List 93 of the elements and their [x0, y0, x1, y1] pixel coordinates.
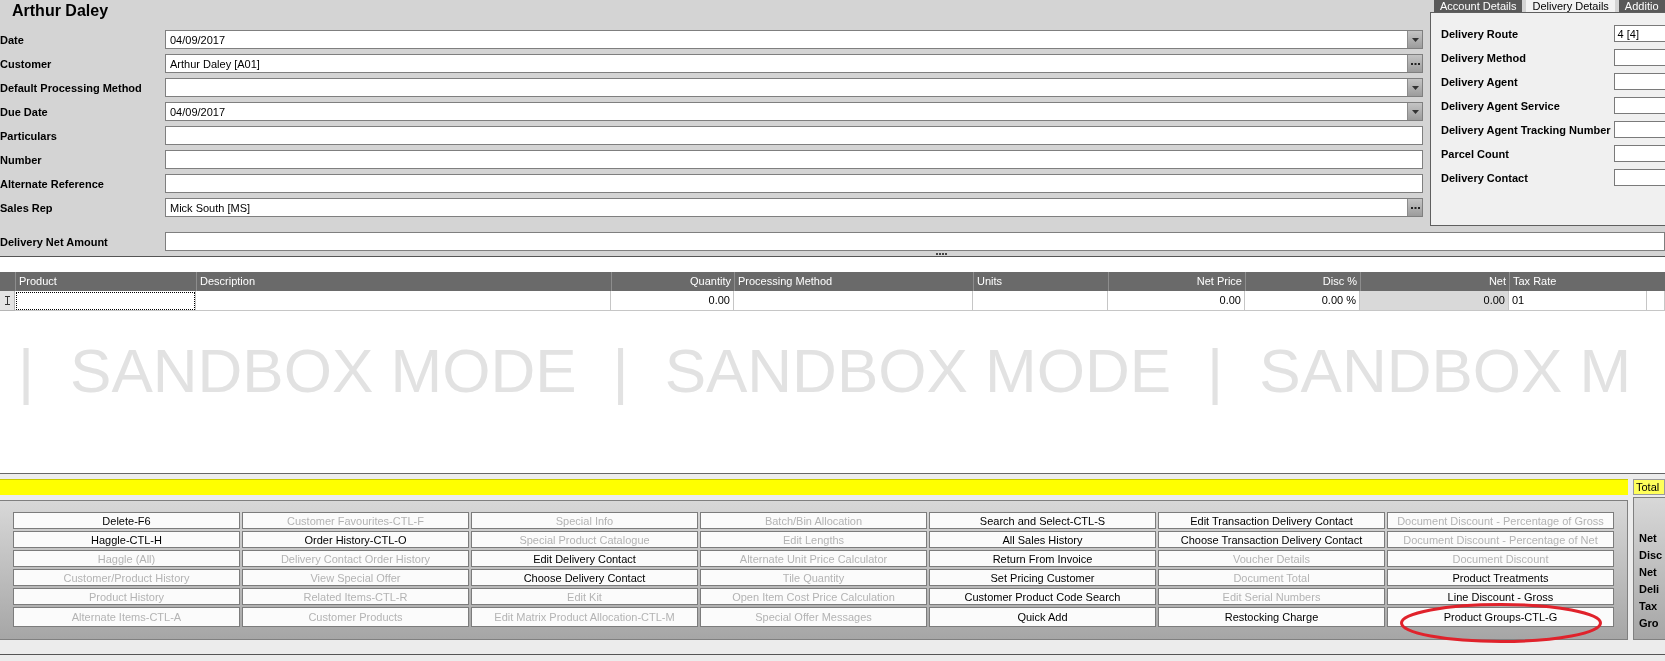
field-label: Delivery Route [1441, 27, 1520, 40]
field-label: Due Date [0, 105, 49, 118]
field-label: Particulars [0, 129, 58, 142]
field-label: Number [0, 153, 43, 166]
action-button[interactable]: Haggle-CTL-H [13, 531, 240, 548]
action-button[interactable]: Customer Product Code Search [929, 588, 1156, 605]
caret-icon [1411, 37, 1419, 42]
field-label: Sales Rep [0, 201, 54, 214]
field-label: Delivery Agent Tracking Number [1441, 123, 1611, 136]
tab[interactable]: Delivery Details [1526, 0, 1615, 12]
field-label: Alternate Reference [0, 177, 105, 190]
dropdown-field[interactable]: 04/09/2017 [165, 102, 1423, 121]
totals-label: Disc [1639, 548, 1664, 563]
lookup-button[interactable] [1407, 199, 1422, 216]
table-cell[interactable]: 0.00 [1108, 291, 1245, 311]
table-cell[interactable]: 0.00 [611, 291, 734, 311]
column-header[interactable]: Quantity [611, 272, 734, 291]
tab[interactable]: Account Details [1434, 0, 1523, 12]
input-field[interactable] [165, 150, 1423, 169]
table-cell[interactable] [973, 291, 1108, 311]
column-header[interactable]: Disc % [1245, 272, 1360, 291]
column-header[interactable]: Units [973, 272, 1108, 291]
field-label: Default Processing Method [0, 81, 143, 94]
field-label: Delivery Method [1441, 51, 1527, 64]
action-button[interactable]: Choose Transaction Delivery Contact [1158, 531, 1385, 548]
input-field[interactable] [1613, 49, 1665, 66]
field-label: Customer [0, 57, 53, 70]
watermark-text: | [612, 337, 629, 405]
ellipsis-icon [1410, 206, 1420, 209]
caret-icon [1411, 109, 1419, 114]
field-label: Parcel Count [1441, 147, 1510, 160]
action-button[interactable]: Quick Add [929, 607, 1156, 627]
table-cell [1647, 291, 1665, 311]
dropdown-button[interactable] [1407, 79, 1422, 96]
input-field[interactable]: 4 [4] [1613, 25, 1665, 42]
column-header[interactable]: Tax Rate [1509, 272, 1647, 291]
action-button[interactable]: Return From Invoice [929, 550, 1156, 567]
input-field[interactable] [1613, 145, 1665, 162]
row-header[interactable] [0, 291, 15, 311]
action-button[interactable]: Order History-CTL-O [242, 531, 469, 548]
field-label: Delivery Net Amount [0, 235, 109, 248]
dropdown-button[interactable] [1407, 31, 1422, 48]
lookup-field[interactable]: Arthur Daley [A01] [165, 54, 1423, 73]
column-header[interactable]: Description [196, 272, 611, 291]
lookup-button[interactable] [1407, 55, 1422, 72]
watermark-text: | [18, 337, 35, 405]
splitter-grip-icon[interactable] [936, 252, 947, 255]
action-button[interactable]: All Sales History [929, 531, 1156, 548]
input-field[interactable] [1613, 121, 1665, 138]
text-cursor-icon [4, 296, 10, 305]
ellipsis-icon [1410, 62, 1420, 65]
dropdown-button[interactable] [1407, 103, 1422, 120]
input-field[interactable] [165, 126, 1423, 145]
dropdown-field[interactable] [165, 78, 1423, 97]
dropdown-field[interactable]: 04/09/2017 [165, 30, 1423, 49]
action-button[interactable]: Line Discount - Gross [1387, 588, 1614, 605]
action-button[interactable]: Product Groups-CTL-G [1387, 607, 1614, 627]
input-field[interactable] [165, 174, 1423, 193]
input-field[interactable] [1613, 97, 1665, 114]
action-button[interactable]: Set Pricing Customer [929, 569, 1156, 586]
column-header[interactable]: Product [15, 272, 196, 291]
field-label: Delivery Agent [1441, 75, 1519, 88]
input-field[interactable] [1613, 169, 1665, 186]
action-button[interactable]: Choose Delivery Contact [471, 569, 698, 586]
field-label: Date [0, 33, 25, 46]
action-button[interactable]: Product Treatments [1387, 569, 1614, 586]
totals-label: Net [1639, 565, 1658, 580]
table-cell[interactable]: 01 [1509, 291, 1647, 311]
input-field[interactable] [1613, 73, 1665, 90]
action-button[interactable]: Edit Delivery Contact [471, 550, 698, 567]
watermark-text: | [1207, 337, 1224, 405]
table-cell[interactable] [734, 291, 973, 311]
totals-label: Tax [1639, 599, 1659, 614]
action-button[interactable]: Restocking Charge [1158, 607, 1385, 627]
totals-label: Gro [1639, 616, 1660, 631]
table-cell[interactable] [196, 291, 611, 311]
field-label: Delivery Agent Service [1441, 99, 1561, 112]
column-header[interactable]: Processing Method [734, 272, 973, 291]
lookup-field[interactable]: Mick South [MS] [165, 198, 1423, 217]
column-header[interactable]: Net Price [1108, 272, 1245, 291]
caret-icon [1411, 85, 1419, 90]
table-cell[interactable]: 0.00 [1360, 291, 1509, 311]
table-cell[interactable] [15, 291, 196, 311]
input-field[interactable] [165, 232, 1665, 251]
totals-title: Total [1633, 479, 1665, 495]
action-button[interactable]: Edit Transaction Delivery Contact [1158, 512, 1385, 529]
tab[interactable]: Additio [1618, 0, 1665, 12]
totals-label: Deli [1639, 582, 1661, 597]
action-button[interactable]: Delete-F6 [13, 512, 240, 529]
action-button[interactable]: Search and Select-CTL-S [929, 512, 1156, 529]
customer-title: Arthur Daley [11, 1, 110, 21]
totals-label: Net [1639, 531, 1658, 546]
field-label: Delivery Contact [1441, 171, 1529, 184]
